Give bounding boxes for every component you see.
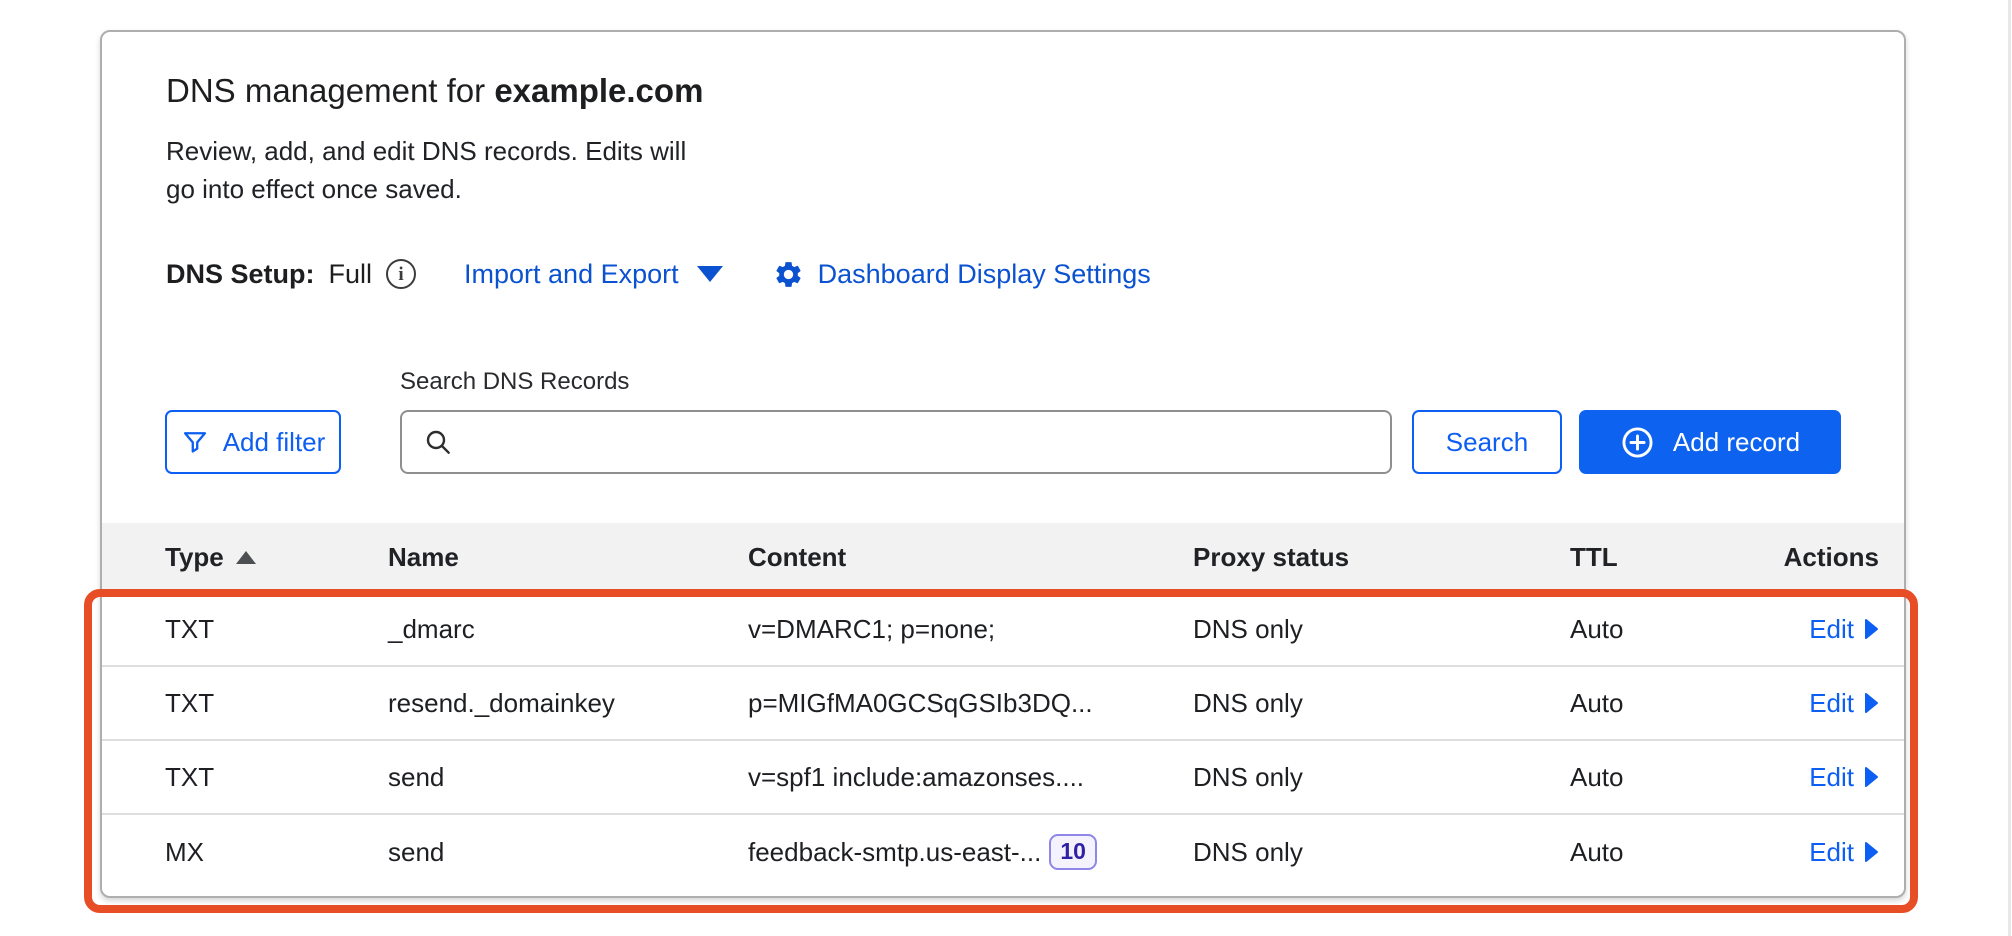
search-input-wrapper (400, 410, 1392, 474)
cell-name: send (388, 762, 748, 793)
table-header-row: Type Name Content Proxy status TTL Actio… (102, 523, 1904, 593)
column-header-content: Content (748, 542, 1193, 573)
cell-name: send (388, 837, 748, 868)
cell-name: resend._domainkey (388, 688, 748, 719)
edit-record-link[interactable]: Edit (1809, 837, 1879, 868)
cell-proxy-status: DNS only (1193, 837, 1570, 868)
chevron-down-icon (697, 266, 723, 282)
cell-ttl: Auto (1570, 837, 1760, 868)
add-filter-button[interactable]: Add filter (165, 410, 341, 474)
cell-proxy-status: DNS only (1193, 762, 1570, 793)
info-icon[interactable]: i (386, 259, 416, 289)
page-title: DNS management for example.com (166, 72, 703, 110)
search-icon (422, 426, 454, 458)
cell-type: TXT (165, 614, 388, 645)
chevron-right-icon (1864, 618, 1879, 640)
cell-proxy-status: DNS only (1193, 688, 1570, 719)
dashboard-display-settings-label: Dashboard Display Settings (818, 259, 1151, 290)
cell-type: TXT (165, 688, 388, 719)
add-record-button[interactable]: Add record (1579, 410, 1841, 474)
add-filter-label: Add filter (223, 427, 326, 458)
search-button[interactable]: Search (1412, 410, 1562, 474)
chevron-right-icon (1864, 692, 1879, 714)
edit-record-link[interactable]: Edit (1809, 688, 1879, 719)
page-description: Review, add, and edit DNS records. Edits… (166, 132, 686, 208)
dns-management-screen: DNS management for example.com Review, a… (0, 0, 2012, 936)
chevron-right-icon (1864, 766, 1879, 788)
dns-setup-label: DNS Setup: (166, 259, 315, 290)
search-input[interactable] (454, 412, 1390, 472)
page-description-line1: Review, add, and edit DNS records. Edits… (166, 132, 686, 170)
cell-ttl: Auto (1570, 614, 1760, 645)
table-row: TXT send v=spf1 include:amazonses.... DN… (102, 741, 1904, 815)
page-description-line2: go into effect once saved. (166, 170, 686, 208)
search-dns-records-label: Search DNS Records (400, 368, 629, 396)
cell-content: v=DMARC1; p=none; (748, 614, 1193, 645)
cell-content: v=spf1 include:amazonses.... (748, 762, 1193, 793)
cell-type: TXT (165, 762, 388, 793)
window-right-edge (2008, 0, 2011, 936)
chevron-right-icon (1864, 841, 1879, 863)
cell-ttl: Auto (1570, 762, 1760, 793)
edit-record-link[interactable]: Edit (1809, 762, 1879, 793)
dashboard-display-settings-link[interactable]: Dashboard Display Settings (773, 259, 1151, 290)
page-title-prefix: DNS management for (166, 72, 485, 109)
column-header-type[interactable]: Type (165, 542, 388, 573)
edit-record-link[interactable]: Edit (1809, 614, 1879, 645)
dns-management-card: DNS management for example.com Review, a… (100, 30, 1906, 898)
table-row: TXT _dmarc v=DMARC1; p=none; DNS only Au… (102, 593, 1904, 667)
add-record-label: Add record (1673, 427, 1800, 458)
cell-content: feedback-smtp.us-east-... 10 (748, 834, 1193, 870)
column-header-proxy-status: Proxy status (1193, 542, 1570, 573)
column-header-name: Name (388, 542, 748, 573)
search-button-label: Search (1446, 427, 1528, 458)
cell-proxy-status: DNS only (1193, 614, 1570, 645)
cell-ttl: Auto (1570, 688, 1760, 719)
dns-setup-value: Full (329, 259, 373, 290)
cell-name: _dmarc (388, 614, 748, 645)
mx-priority-badge: 10 (1049, 834, 1097, 870)
cell-content: p=MIGfMA0GCSqGSIb3DQ... (748, 688, 1193, 719)
column-header-ttl: TTL (1570, 542, 1760, 573)
dns-setup-row: DNS Setup: Full i Import and Export Dash… (166, 254, 1151, 294)
import-export-label: Import and Export (464, 259, 679, 290)
sort-ascending-icon (236, 551, 256, 564)
gear-icon (773, 259, 804, 290)
import-export-link[interactable]: Import and Export (464, 259, 723, 290)
column-header-actions: Actions (1760, 542, 1879, 573)
filter-icon (181, 428, 209, 456)
page-title-domain: example.com (494, 72, 703, 109)
cell-type: MX (165, 837, 388, 868)
table-row: TXT resend._domainkey p=MIGfMA0GCSqGSIb3… (102, 667, 1904, 741)
plus-circle-icon (1620, 425, 1655, 460)
table-row: MX send feedback-smtp.us-east-... 10 DNS… (102, 815, 1904, 889)
